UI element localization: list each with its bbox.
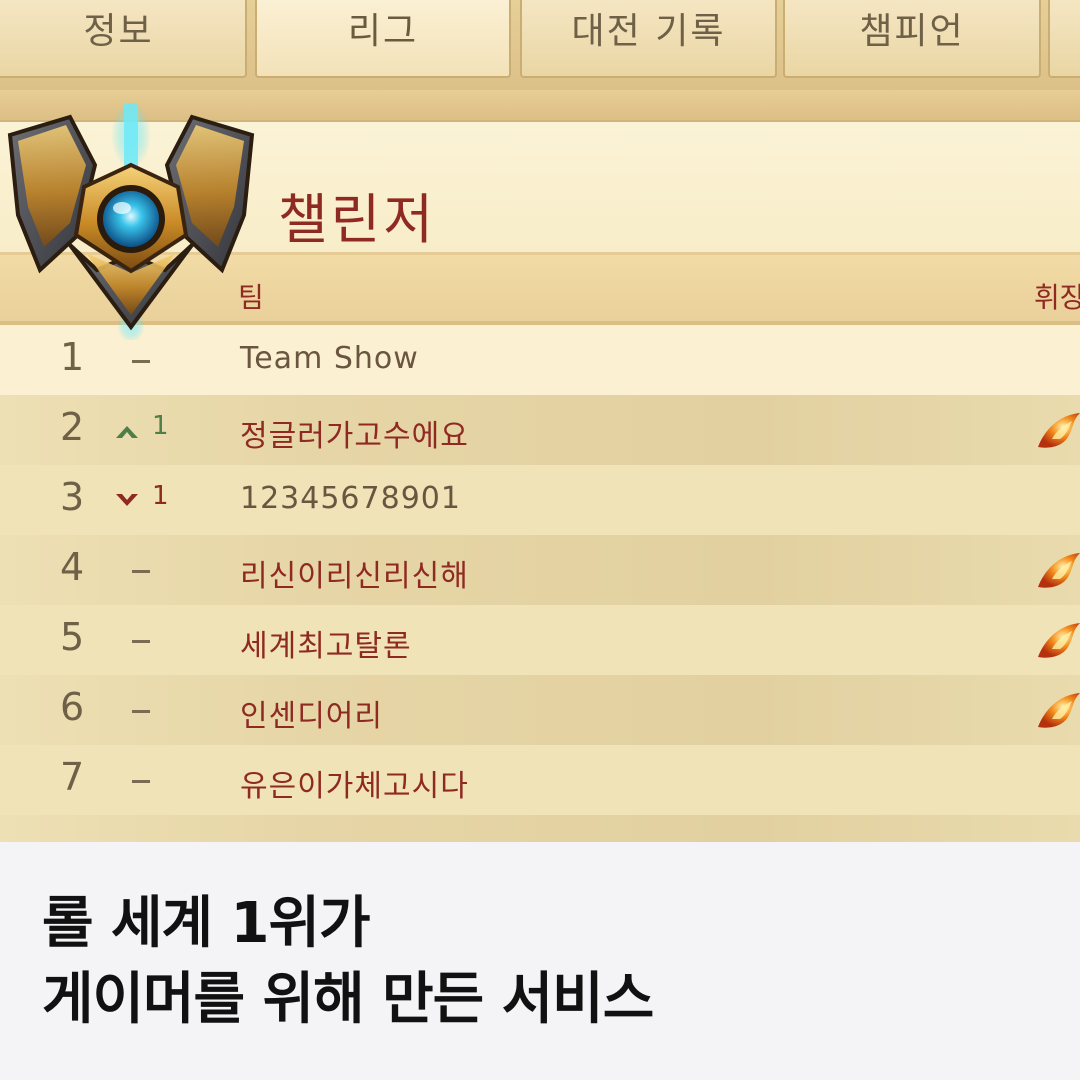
rank-number: 7 <box>60 755 85 799</box>
ranking-list: 1 Team Show 2 1 정글러가고수에요 3 1 12345678901 4 리신이리신리… <box>0 325 1080 842</box>
rank-change <box>114 691 194 727</box>
table-row[interactable]: 4 리신이리신리신해 <box>0 535 1080 605</box>
hot-streak-flame-icon <box>1034 689 1080 731</box>
team-name[interactable]: 리신이리신리신해 <box>240 551 469 595</box>
rank-number: 5 <box>60 615 85 659</box>
tab-match-history[interactable]: 대전 기록 <box>520 0 777 78</box>
tab-champion[interactable]: 챔피언 <box>783 0 1041 78</box>
team-name[interactable]: Team Show <box>240 341 419 376</box>
rank-number: 1 <box>60 335 85 379</box>
table-row[interactable]: 6 인센디어리 <box>0 675 1080 745</box>
rank-change <box>114 761 194 797</box>
team-name[interactable]: 정글러가고수에요 <box>240 411 469 455</box>
challenger-emblem-icon <box>7 101 255 340</box>
table-row[interactable]: 3 1 12345678901 <box>0 465 1080 535</box>
tab-league[interactable]: 리그 <box>255 0 511 78</box>
tab-bar: 정보 리그 대전 기록 챔피언 <box>0 0 1080 90</box>
no-change-dash-icon <box>132 360 150 363</box>
tab-info[interactable]: 정보 <box>0 0 247 78</box>
column-header-emblem: 휘장 <box>1034 281 1080 314</box>
rank-change <box>114 551 194 587</box>
rank-change: 1 <box>114 481 194 517</box>
caption-line-1: 롤 세계 1위가 <box>42 891 371 956</box>
table-row[interactable]: 2 1 정글러가고수에요 <box>0 395 1080 465</box>
rank-number: 6 <box>60 685 85 729</box>
hot-streak-flame-icon <box>1034 409 1080 451</box>
promo-caption: 롤 세계 1위가 게이머를 위해 만든 서비스 <box>42 886 654 1038</box>
no-change-dash-icon <box>132 710 150 713</box>
tier-name: 챌린저 <box>278 188 437 251</box>
rank-change <box>114 341 194 377</box>
hot-streak-flame-icon <box>1034 619 1080 661</box>
arrow-down-icon <box>114 487 140 517</box>
rank-change: 1 <box>114 411 194 447</box>
no-change-dash-icon <box>132 780 150 783</box>
rank-number: 3 <box>60 475 85 519</box>
league-screen: 정보 리그 대전 기록 챔피언 챌린저 팀 휘장 1 Team Show 2 1 정글러… <box>0 0 1080 842</box>
rank-number: 4 <box>60 545 85 589</box>
team-name[interactable]: 세계최고탈론 <box>240 621 412 665</box>
table-row-partial <box>0 815 1080 842</box>
table-row[interactable]: 7 유은이가체고시다 <box>0 745 1080 815</box>
no-change-dash-icon <box>132 640 150 643</box>
rank-change-value: 1 <box>152 481 169 511</box>
rank-number: 2 <box>60 405 85 449</box>
team-name[interactable]: 유은이가체고시다 <box>240 761 469 805</box>
arrow-up-icon <box>114 417 140 447</box>
table-row[interactable]: 5 세계최고탈론 <box>0 605 1080 675</box>
team-name[interactable]: 12345678901 <box>240 481 461 516</box>
no-change-dash-icon <box>132 570 150 573</box>
team-name[interactable]: 인센디어리 <box>240 691 383 735</box>
tab-overflow[interactable] <box>1048 0 1080 78</box>
hot-streak-flame-icon <box>1034 549 1080 591</box>
caption-line-2: 게이머를 위해 만든 서비스 <box>42 967 654 1032</box>
rank-change-value: 1 <box>152 411 169 441</box>
rank-change <box>114 621 194 657</box>
